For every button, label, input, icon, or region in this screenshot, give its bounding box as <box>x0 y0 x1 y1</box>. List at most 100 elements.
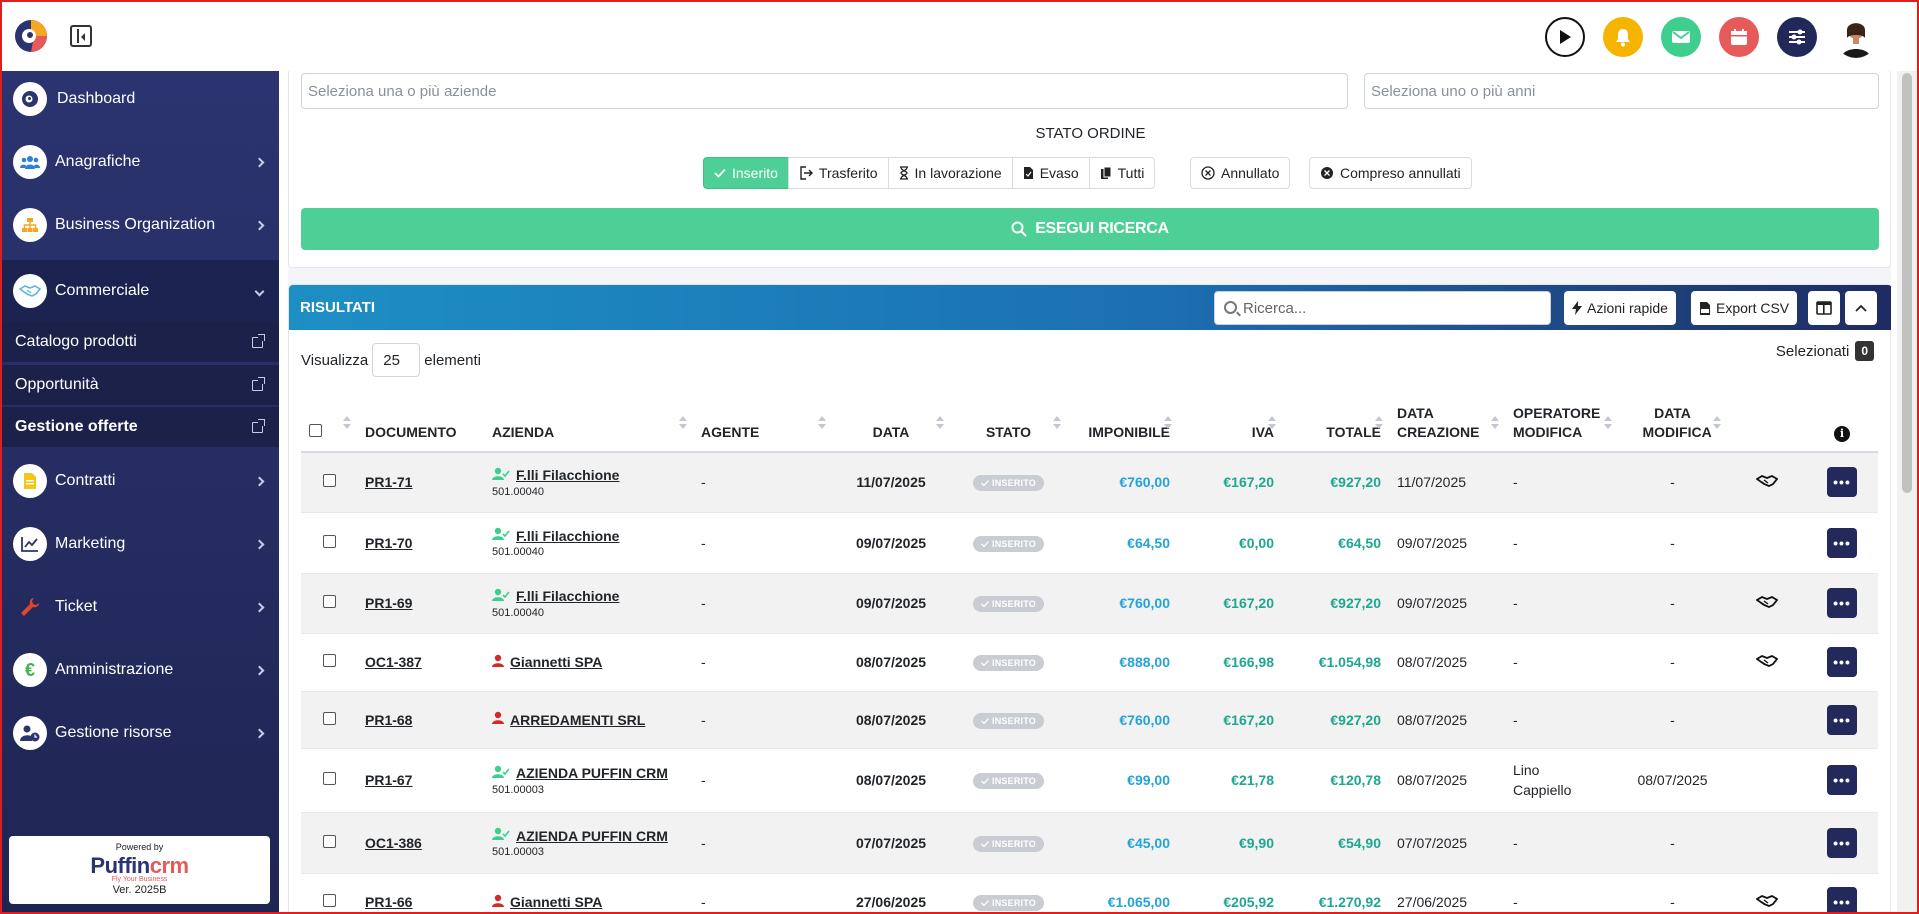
col-data[interactable]: DATA <box>832 396 950 453</box>
document-link[interactable]: OC1-387 <box>365 654 422 670</box>
calendar-icon[interactable] <box>1719 17 1759 57</box>
row-menu-button[interactable]: ••• <box>1827 765 1857 795</box>
azienda-cell[interactable]: F.lli Filacchione 501.00040 <box>484 452 693 513</box>
row-select-cell[interactable] <box>301 452 357 513</box>
row-menu-button[interactable]: ••• <box>1827 827 1857 858</box>
row-checkbox[interactable] <box>323 474 336 488</box>
sidebar-item-marketing[interactable]: Marketing <box>2 516 279 572</box>
row-menu-button[interactable]: ••• <box>1827 588 1857 618</box>
col-imponibile[interactable]: IMPONIBILE <box>1067 396 1178 453</box>
azienda-cell[interactable]: AZIENDA PUFFIN CRM 501.00003 <box>484 812 693 874</box>
azienda-link[interactable]: F.lli Filacchione <box>492 467 685 484</box>
document-link[interactable]: OC1-386 <box>365 835 422 851</box>
row-select-cell[interactable] <box>301 633 357 692</box>
page-length-select[interactable]: 25 <box>372 343 421 377</box>
sidebar-item-business-organization[interactable]: Business Organization <box>2 197 279 253</box>
azienda-link[interactable]: F.lli Filacchione <box>492 588 685 605</box>
sidebar-item-commerciale[interactable]: Commerciale <box>2 260 279 322</box>
row-select-cell[interactable] <box>301 873 357 912</box>
document-link[interactable]: PR1-71 <box>365 474 412 490</box>
sidebar-item-contratti[interactable]: Contratti <box>2 453 279 509</box>
azienda-link[interactable]: ARREDAMENTI SRL <box>492 711 685 728</box>
azienda-cell[interactable]: F.lli Filacchione 501.00040 <box>484 573 693 634</box>
documento-cell[interactable]: PR1-71 <box>357 452 484 513</box>
sidebar-subitem-catalogo-prodotti[interactable]: Catalogo prodotti <box>2 322 279 362</box>
row-checkbox[interactable] <box>323 834 336 848</box>
sidebar-collapse-icon[interactable] <box>70 25 92 47</box>
azienda-cell[interactable]: Giannetti SPA <box>484 633 693 692</box>
table-row[interactable]: PR1-66 Giannetti SPA -27/06/2025 INSERITO €1… <box>301 873 1878 912</box>
table-row[interactable]: PR1-68 ARREDAMENTI SRL -08/07/2025 INSERITO… <box>301 691 1878 749</box>
results-search-input[interactable]: Ricerca... <box>1214 291 1551 325</box>
row-select-cell[interactable] <box>301 691 357 749</box>
sidebar-item-anagrafiche[interactable]: Anagrafiche <box>2 134 279 190</box>
azienda-link[interactable]: Giannetti SPA <box>492 894 685 911</box>
documento-cell[interactable]: PR1-68 <box>357 691 484 749</box>
azienda-link[interactable]: Giannetti SPA <box>492 654 685 671</box>
row-select-cell[interactable] <box>301 812 357 874</box>
documento-cell[interactable]: OC1-387 <box>357 633 484 692</box>
row-select-cell[interactable] <box>301 748 357 813</box>
esegui-ricerca-button[interactable]: ESEGUI RICERCA <box>301 208 1879 250</box>
row-select-cell[interactable] <box>301 573 357 634</box>
row-menu-button[interactable]: ••• <box>1827 704 1857 735</box>
sidebar-subitem-opportunita[interactable]: Opportunità <box>2 365 279 405</box>
handshake-icon[interactable] <box>1754 595 1778 609</box>
sidebar-item-ticket[interactable]: Ticket <box>2 579 279 635</box>
azienda-link[interactable]: F.lli Filacchione <box>492 527 685 544</box>
col-operatore-modifica[interactable]: OPERATORE MODIFICA <box>1505 396 1618 453</box>
azienda-cell[interactable]: ARREDAMENTI SRL <box>484 691 693 749</box>
row-checkbox[interactable] <box>323 711 336 725</box>
handshake-icon[interactable] <box>1754 474 1778 488</box>
row-checkbox[interactable] <box>323 654 336 667</box>
sliders-icon[interactable] <box>1777 17 1817 57</box>
col-azienda[interactable]: AZIENDA <box>484 396 693 453</box>
mail-icon[interactable] <box>1661 17 1701 57</box>
select-all-checkbox[interactable] <box>309 424 322 437</box>
handshake-icon[interactable] <box>1754 654 1778 668</box>
row-checkbox[interactable] <box>323 534 336 548</box>
col-totale[interactable]: TOTALE <box>1282 396 1389 453</box>
columns-toggle-button[interactable] <box>1808 291 1840 325</box>
table-row[interactable]: OC1-387 Giannetti SPA -08/07/2025 INSERITO €… <box>301 633 1878 692</box>
row-checkbox[interactable] <box>323 772 336 785</box>
export-csv-button[interactable]: Export CSV <box>1691 291 1798 325</box>
col-stato[interactable]: STATO <box>950 396 1067 453</box>
sidebar-subitem-gestione-offerte[interactable]: Gestione offerte <box>2 407 279 447</box>
row-menu-button[interactable]: ••• <box>1827 647 1857 677</box>
table-row[interactable]: PR1-71 F.lli Filacchione 501.00040-11/07/2… <box>301 452 1878 513</box>
app-logo-icon[interactable] <box>14 19 48 53</box>
documento-cell[interactable]: PR1-69 <box>357 573 484 634</box>
table-row[interactable]: PR1-67 AZIENDA PUFFIN CRM 501.00003-08/07/… <box>301 748 1878 813</box>
row-menu-button[interactable]: ••• <box>1827 887 1857 912</box>
table-row[interactable]: OC1-386 AZIENDA PUFFIN CRM 501.00003-07/07… <box>301 812 1878 874</box>
azienda-cell[interactable]: F.lli Filacchione 501.00040 <box>484 512 693 574</box>
row-checkbox[interactable] <box>323 894 336 907</box>
document-link[interactable]: PR1-68 <box>365 712 412 728</box>
compreso-annullati-button[interactable]: Compreso annullati <box>1309 157 1472 189</box>
info-icon[interactable]: i <box>1834 425 1850 442</box>
user-avatar[interactable] <box>1835 16 1877 58</box>
document-link[interactable]: PR1-67 <box>365 772 412 788</box>
stato-inserito-button[interactable]: Inserito <box>703 157 789 189</box>
documento-cell[interactable]: OC1-386 <box>357 812 484 874</box>
row-menu-button[interactable]: ••• <box>1827 527 1857 558</box>
annullato-button[interactable]: Annullato <box>1190 157 1291 189</box>
document-link[interactable]: PR1-66 <box>365 894 412 910</box>
azienda-cell[interactable]: Giannetti SPA <box>484 873 693 912</box>
col-data-modifica[interactable]: DATA MODIFICA <box>1618 396 1727 453</box>
documento-cell[interactable]: PR1-66 <box>357 873 484 912</box>
azienda-link[interactable]: AZIENDA PUFFIN CRM <box>492 827 685 844</box>
row-select-cell[interactable] <box>301 512 357 574</box>
row-checkbox[interactable] <box>323 595 336 608</box>
col-data-creazione[interactable]: DATA CREAZIONE <box>1389 396 1505 453</box>
document-link[interactable]: PR1-69 <box>365 595 412 611</box>
col-iva[interactable]: IVA <box>1178 396 1282 453</box>
handshake-icon[interactable] <box>1754 894 1778 908</box>
azienda-link[interactable]: AZIENDA PUFFIN CRM <box>492 765 685 782</box>
sidebar-item-gestione-risorse[interactable]: Gestione risorse <box>2 705 279 761</box>
col-documento[interactable]: DOCUMENTO <box>357 396 484 453</box>
sidebar-item-amministrazione[interactable]: € Amministrazione <box>2 642 279 698</box>
stato-trasferito-button[interactable]: Trasferito <box>787 157 889 189</box>
azioni-rapide-button[interactable]: Azioni rapide <box>1564 291 1676 325</box>
